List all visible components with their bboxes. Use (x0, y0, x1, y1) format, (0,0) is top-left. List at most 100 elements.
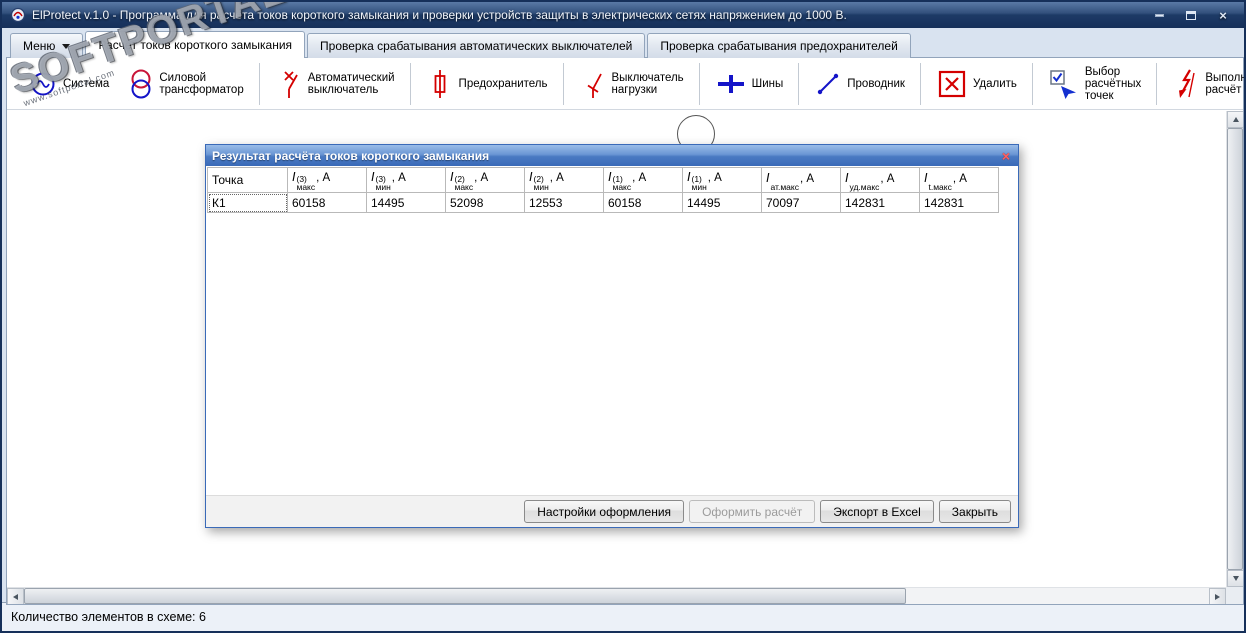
menu-button[interactable]: Меню (10, 33, 84, 58)
scroll-up-button[interactable] (1227, 111, 1243, 128)
results-table-body: К1 60158 14495 52098 12553 60158 14495 70097 142… (207, 192, 999, 213)
toolbar-button-load-switch[interactable]: Выключатель нагрузки (572, 65, 692, 103)
current-value-cell[interactable]: 142831 (840, 192, 920, 213)
toolbar-button-circuit-breaker[interactable]: Автоматический выключатель (268, 65, 403, 103)
status-text: Количество элементов в схеме: 6 (11, 610, 206, 624)
toolbar-label: Выключатель нагрузки (611, 71, 684, 96)
toolbar-separator (258, 62, 261, 105)
arrow-down-icon (1232, 576, 1239, 581)
dialog-footer: Настройки оформления Оформить расчёт Экс… (206, 495, 1018, 527)
toolbar-label: Удалить (972, 77, 1017, 90)
results-table: Точка I (3) макс, А I (3) мин, А I (2) макс, А I (2… (207, 167, 999, 213)
title-bar[interactable]: ElProtect v.1.0 - Программа для расчёта … (2, 2, 1244, 28)
select-points-icon (1049, 69, 1079, 99)
toolbar-label: Система (63, 77, 110, 90)
delete-icon (937, 69, 967, 99)
schematic-canvas[interactable]: Результат расчёта токов короткого замыка… (7, 111, 1243, 604)
vertical-scroll-thumb[interactable] (1227, 128, 1243, 570)
arrow-up-icon (1232, 117, 1239, 122)
current-value-cell[interactable]: 142831 (919, 192, 999, 213)
chevron-down-icon (62, 43, 71, 49)
current-value-cell[interactable]: 70097 (761, 192, 841, 213)
table-row[interactable]: К1 60158 14495 52098 12553 60158 14495 70097 142… (207, 192, 999, 213)
dialog-close-button[interactable]: Закрыть (938, 500, 1011, 523)
column-header: I (3) макс, А (287, 167, 367, 193)
minimize-button[interactable] (1150, 8, 1168, 22)
toolbar-separator (1156, 62, 1159, 105)
close-button[interactable]: × (1214, 8, 1232, 23)
vertical-scrollbar[interactable] (1226, 111, 1243, 587)
toolbar-separator (409, 62, 412, 105)
conductor-icon (815, 71, 841, 97)
current-value-cell[interactable]: 60158 (287, 192, 367, 213)
maximize-button[interactable] (1182, 8, 1200, 22)
current-value-cell[interactable]: 60158 (603, 192, 683, 213)
toolbar-button-busbars[interactable]: Шины (708, 66, 792, 102)
toolbar-separator (798, 62, 801, 105)
menu-label: Меню (23, 39, 56, 53)
scrollbar-corner (1226, 587, 1243, 604)
app-window: ElProtect v.1.0 - Программа для расчёта … (0, 0, 1246, 633)
current-value-cell[interactable]: 52098 (445, 192, 525, 213)
tab-short-circuit-calc[interactable]: Расчёт токов короткого замыкания (85, 31, 306, 58)
column-header: I (1) мин, А (682, 167, 762, 193)
tab-breaker-check[interactable]: Проверка срабатывания автоматических вык… (307, 33, 646, 58)
column-header: I (2) макс, А (445, 167, 525, 193)
toolbar-label: Автоматический выключатель (307, 71, 395, 96)
toolbar-separator (919, 62, 922, 105)
horizontal-scrollbar[interactable] (7, 587, 1226, 604)
load-switch-icon (580, 69, 606, 99)
scroll-left-button[interactable] (7, 588, 24, 604)
tab-page: Система Силовой трансформатор Автоматиче… (6, 57, 1244, 605)
column-header: Точка (207, 167, 288, 193)
toolbar: Система Силовой трансформатор Автоматиче… (7, 58, 1246, 110)
busbar-icon (716, 70, 746, 98)
results-dialog: Результат расчёта токов короткого замыка… (205, 144, 1019, 528)
toolbar-button-delete[interactable]: Удалить (929, 65, 1025, 103)
run-calculation-icon (1173, 68, 1199, 100)
column-header: I (3) мин, А (366, 167, 446, 193)
dialog-title: Результат расчёта токов короткого замыка… (212, 148, 490, 163)
point-name-cell[interactable]: К1 (207, 192, 288, 213)
toolbar-label: Выполнить расчёт (1205, 71, 1246, 96)
circuit-breaker-icon (276, 69, 302, 99)
appearance-settings-button[interactable]: Настройки оформления (524, 500, 685, 523)
arrow-left-icon (13, 593, 18, 600)
toolbar-button-fuse[interactable]: Предохранитель (419, 65, 556, 103)
toolbar-button-transformer[interactable]: Силовой трансформатор (121, 64, 251, 104)
horizontal-scroll-track[interactable] (906, 588, 1209, 604)
tab-fuse-check[interactable]: Проверка срабатывания предохранителей (647, 33, 911, 58)
toolbar-separator (1031, 62, 1034, 105)
toolbar-button-conductor[interactable]: Проводник (807, 67, 913, 101)
column-header: Iуд.макс, А (840, 167, 920, 193)
window-controls: × (1150, 8, 1236, 23)
ac-source-icon (29, 70, 57, 98)
toolbar-button-select-points[interactable]: Выбор расчётных точек (1041, 62, 1149, 106)
window-title: ElProtect v.1.0 - Программа для расчёта … (32, 8, 847, 22)
current-value-cell[interactable]: 14495 (366, 192, 446, 213)
dialog-close-icon[interactable]: × (1000, 149, 1012, 163)
format-report-button[interactable]: Оформить расчёт (689, 500, 816, 523)
scroll-right-button[interactable] (1209, 588, 1226, 604)
transformer-icon (129, 68, 153, 100)
column-header: I (2) мин, А (524, 167, 604, 193)
toolbar-button-system[interactable]: Система (21, 66, 117, 102)
toolbar-label: Силовой трансформатор (159, 71, 244, 96)
current-value-cell[interactable]: 12553 (524, 192, 604, 213)
toolbar-label: Предохранитель (458, 77, 548, 90)
toolbar-button-run-calculation[interactable]: Выполнить расчёт (1165, 64, 1246, 104)
export-excel-button[interactable]: Экспорт в Excel (820, 500, 934, 523)
dialog-title-bar[interactable]: Результат расчёта токов короткого замыка… (206, 145, 1018, 166)
tab-label: Проверка срабатывания предохранителей (660, 39, 898, 53)
tab-bar: Меню Расчёт токов короткого замыкания Пр… (10, 31, 911, 58)
tab-label: Расчёт токов короткого замыкания (98, 38, 293, 52)
toolbar-separator (698, 62, 701, 105)
toolbar-separator (562, 62, 565, 105)
scroll-down-button[interactable] (1227, 570, 1243, 587)
tab-label: Проверка срабатывания автоматических вык… (320, 39, 633, 53)
column-header: It.макс, А (919, 167, 999, 193)
current-value-cell[interactable]: 14495 (682, 192, 762, 213)
status-bar: Количество элементов в схеме: 6 (2, 602, 1244, 631)
horizontal-scroll-thumb[interactable] (24, 588, 906, 604)
toolbar-label: Шины (751, 77, 784, 90)
